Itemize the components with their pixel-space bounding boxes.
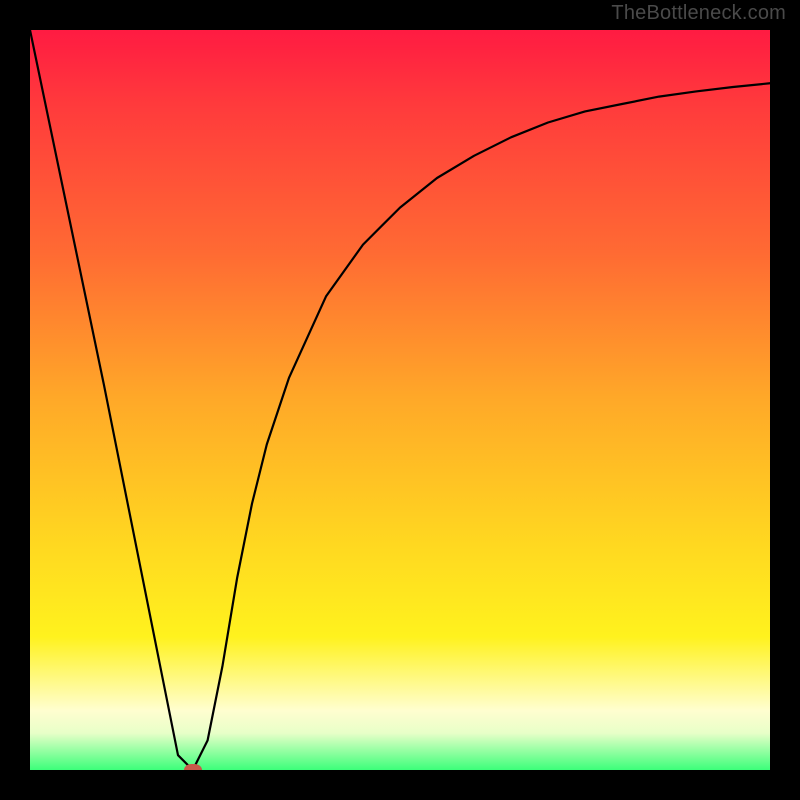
plot-area bbox=[30, 30, 770, 770]
minimum-marker bbox=[184, 764, 202, 770]
watermark-text: TheBottleneck.com bbox=[611, 2, 786, 25]
bottleneck-curve bbox=[30, 30, 770, 770]
